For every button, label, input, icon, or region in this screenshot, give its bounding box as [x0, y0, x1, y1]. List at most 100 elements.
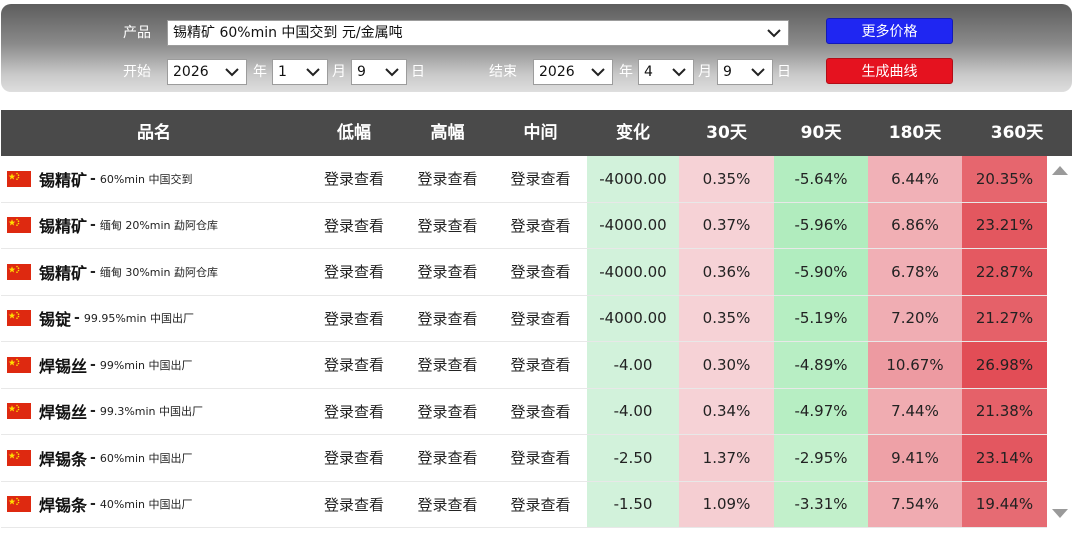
- generate-chart-button[interactable]: 生成曲线: [826, 58, 953, 84]
- high-price-login-link[interactable]: 登录查看: [401, 389, 494, 435]
- end-day-select[interactable]: 9: [717, 59, 773, 85]
- product-label: 产品: [123, 25, 151, 41]
- product-spec: - 缅甸 20%min 勐阿仓库: [90, 217, 219, 234]
- start-day-select[interactable]: 9: [351, 59, 407, 85]
- product-name-cell: 锡锭 -99.95%min 中国出厂: [1, 296, 307, 342]
- chevron-down-icon: [306, 68, 320, 77]
- header-change: 变化: [616, 123, 650, 143]
- low-price-login-link[interactable]: 登录查看: [307, 156, 401, 202]
- start-day-value: 9: [357, 64, 366, 80]
- product-spec: -99.95%min 中国出厂: [74, 310, 195, 327]
- product-spec: -99.3%min 中国出厂: [90, 403, 204, 420]
- mid-price-login-link[interactable]: 登录查看: [494, 203, 587, 249]
- change-90d: -5.96%: [774, 202, 868, 248]
- start-month-unit: 月: [332, 64, 346, 80]
- high-price-login-link[interactable]: 登录查看: [401, 296, 494, 342]
- low-price-login-link[interactable]: 登录查看: [307, 482, 401, 528]
- mid-price-login-link[interactable]: 登录查看: [494, 389, 587, 435]
- price-table-body: 锡精矿 -60%min 中国交到 登录查看 登录查看 登录查看 -4000.00 0.35%…: [1, 156, 1047, 528]
- end-year-unit: 年: [619, 64, 633, 80]
- product-select-value: 锡精矿 60%min 中国交到 元/金属吨: [173, 25, 403, 41]
- low-price-login-link[interactable]: 登录查看: [307, 249, 401, 295]
- product-name: 锡精矿: [39, 170, 88, 190]
- change-180d: 6.78%: [868, 249, 962, 295]
- end-month-unit: 月: [698, 64, 712, 80]
- start-month-value: 1: [278, 64, 287, 80]
- change-180d: 7.54%: [868, 481, 962, 527]
- end-year-select[interactable]: 2026: [533, 59, 613, 85]
- product-name: 焊锡丝: [39, 356, 88, 376]
- change-90d: -2.95%: [774, 435, 868, 481]
- low-price-login-link[interactable]: 登录查看: [307, 389, 401, 435]
- end-month-select[interactable]: 4: [638, 59, 694, 85]
- table-row: 焊锡条 -60%min 中国出厂 登录查看 登录查看 登录查看 -2.50 1.37% -2.…: [1, 435, 1047, 482]
- mid-price-login-link[interactable]: 登录查看: [494, 156, 587, 202]
- change-30d: 0.30%: [679, 342, 774, 388]
- scroll-down-arrow-icon[interactable]: [1052, 509, 1068, 519]
- mid-price-login-link[interactable]: 登录查看: [494, 249, 587, 295]
- table-row: 锡精矿 - 缅甸 30%min 勐阿仓库 登录查看 登录查看 登录查看 -4000.00 0.…: [1, 249, 1047, 296]
- change-30d: 0.34%: [679, 388, 774, 434]
- change-360d: 21.38%: [962, 388, 1047, 434]
- change-180d: 6.44%: [868, 156, 962, 202]
- high-price-login-link[interactable]: 登录查看: [401, 342, 494, 388]
- china-flag-icon: [7, 170, 31, 187]
- product-name-cell: 焊锡丝 -99.3%min 中国出厂: [1, 389, 307, 435]
- table-scrollbar[interactable]: [1047, 156, 1072, 528]
- change-value: -4.00: [587, 342, 679, 388]
- low-price-login-link[interactable]: 登录查看: [307, 296, 401, 342]
- change-180d: 7.20%: [868, 295, 962, 341]
- change-90d: -4.89%: [774, 342, 868, 388]
- change-180d: 7.44%: [868, 388, 962, 434]
- product-spec: - 缅甸 30%min 勐阿仓库: [90, 263, 219, 280]
- chevron-down-icon: [225, 68, 239, 77]
- product-spec-text: 60%min 中国出厂: [99, 451, 193, 465]
- change-360d: 23.14%: [962, 435, 1047, 481]
- change-90d: -4.97%: [774, 388, 868, 434]
- mid-price-login-link[interactable]: 登录查看: [494, 296, 587, 342]
- low-price-login-link[interactable]: 登录查看: [307, 435, 401, 481]
- scroll-up-arrow-icon[interactable]: [1052, 165, 1068, 175]
- product-name: 锡精矿: [39, 263, 88, 283]
- high-price-login-link[interactable]: 登录查看: [401, 249, 494, 295]
- change-value: -4000.00: [587, 202, 679, 248]
- product-spec-text: 99%min 中国出厂: [99, 358, 193, 372]
- header-high: 高幅: [430, 123, 465, 143]
- start-month-select[interactable]: 1: [272, 59, 328, 85]
- product-select[interactable]: 锡精矿 60%min 中国交到 元/金属吨: [167, 20, 789, 46]
- product-name-cell: 锡精矿 - 缅甸 30%min 勐阿仓库: [1, 249, 307, 295]
- end-day-unit: 日: [777, 64, 791, 80]
- header-180d: 180天: [888, 123, 942, 143]
- start-year-unit: 年: [253, 64, 267, 80]
- high-price-login-link[interactable]: 登录查看: [401, 435, 494, 481]
- change-360d: 20.35%: [962, 156, 1047, 202]
- table-row: 焊锡丝 -99.3%min 中国出厂 登录查看 登录查看 登录查看 -4.00 0.34% -…: [1, 388, 1047, 435]
- mid-price-login-link[interactable]: 登录查看: [494, 435, 587, 481]
- change-180d: 10.67%: [868, 342, 962, 388]
- change-30d: 0.37%: [679, 202, 774, 248]
- change-value: -4000.00: [587, 156, 679, 202]
- change-360d: 26.98%: [962, 342, 1047, 388]
- high-price-login-link[interactable]: 登录查看: [401, 482, 494, 528]
- more-prices-button[interactable]: 更多价格: [826, 18, 953, 44]
- table-row: 锡锭 -99.95%min 中国出厂 登录查看 登录查看 登录查看 -4000.00 0.3…: [1, 295, 1047, 342]
- product-spec-text: 60%min 中国交到: [99, 172, 193, 186]
- start-year-value: 2026: [173, 64, 209, 80]
- low-price-login-link[interactable]: 登录查看: [307, 342, 401, 388]
- change-value: -1.50: [587, 481, 679, 527]
- high-price-login-link[interactable]: 登录查看: [401, 156, 494, 202]
- change-180d: 6.86%: [868, 202, 962, 248]
- low-price-login-link[interactable]: 登录查看: [307, 203, 401, 249]
- product-spec: -99%min 中国出厂: [90, 356, 193, 373]
- chevron-down-icon: [672, 68, 686, 77]
- start-year-select[interactable]: 2026: [167, 59, 247, 85]
- product-name: 锡锭: [39, 310, 72, 330]
- mid-price-login-link[interactable]: 登录查看: [494, 482, 587, 528]
- change-90d: -5.64%: [774, 156, 868, 202]
- product-spec-text: 99.95%min 中国出厂: [83, 312, 195, 326]
- china-flag-icon: [7, 217, 31, 234]
- high-price-login-link[interactable]: 登录查看: [401, 203, 494, 249]
- start-day-unit: 日: [411, 64, 425, 80]
- mid-price-login-link[interactable]: 登录查看: [494, 342, 587, 388]
- header-mid: 中间: [523, 123, 558, 143]
